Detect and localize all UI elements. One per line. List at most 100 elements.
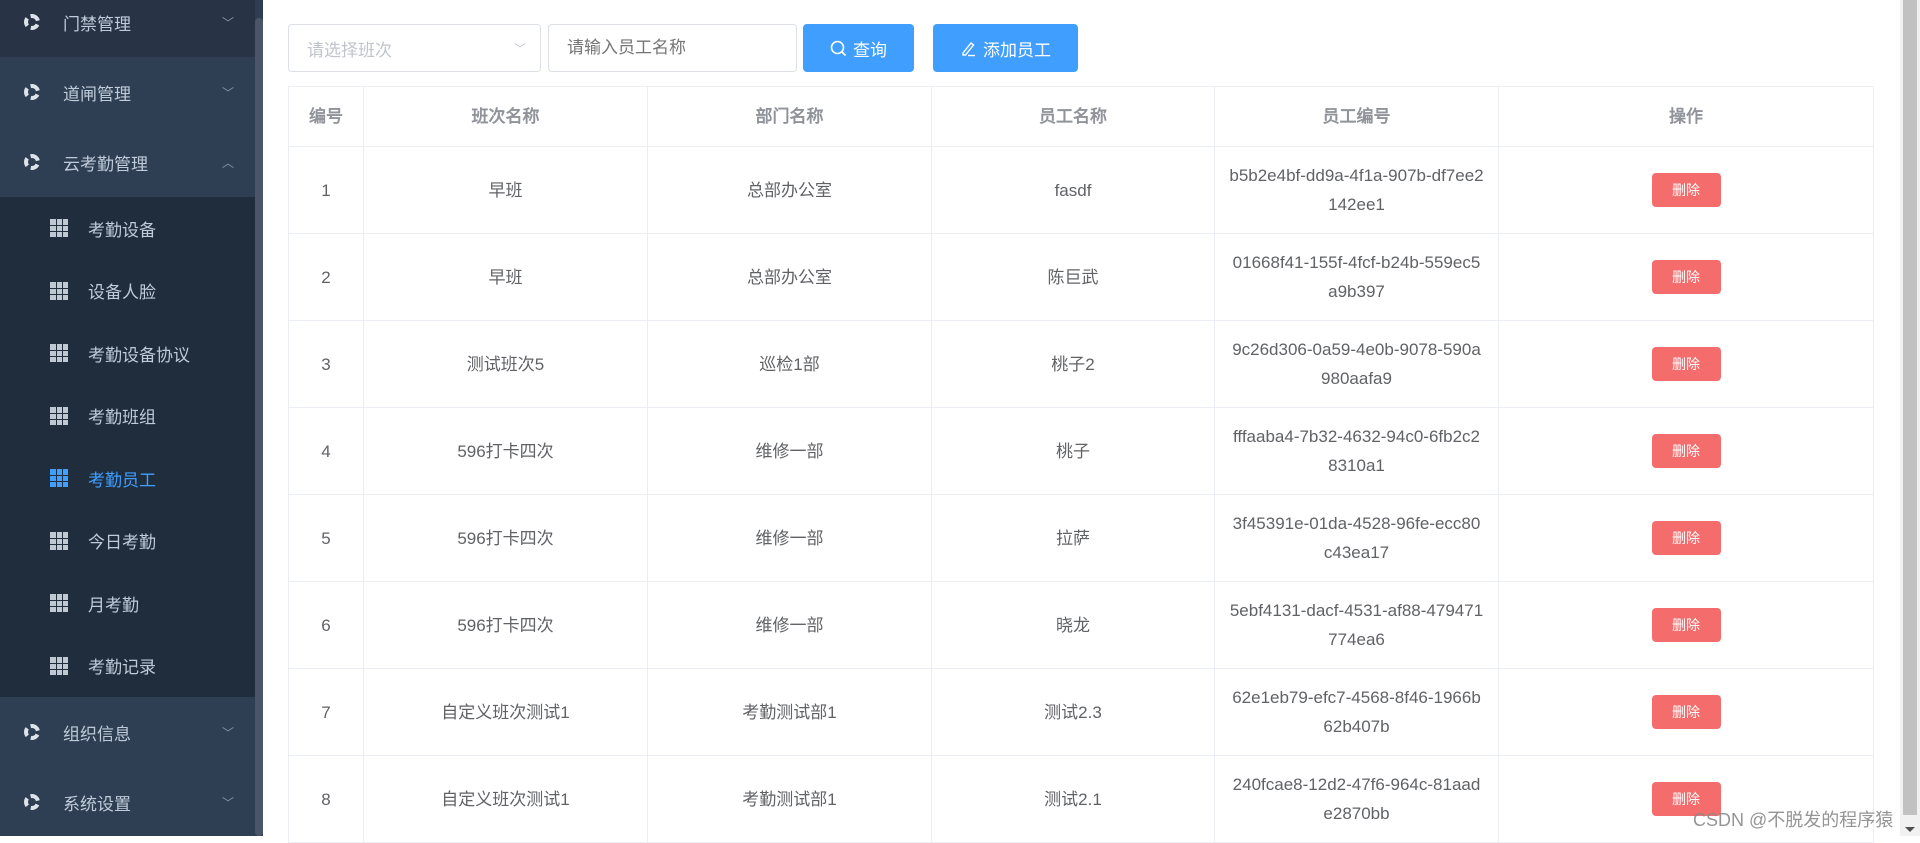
- sidebar-menu-4[interactable]: 系统设置 ﹀: [0, 767, 255, 836]
- chevron-up-icon: ︿: [222, 155, 235, 170]
- table-cell: 3: [288, 320, 364, 408]
- scrollbar-thumb[interactable]: [1903, 0, 1917, 815]
- column-header: 部门名称: [647, 86, 932, 147]
- delete-button[interactable]: 删除: [1651, 434, 1721, 468]
- chevron-down-icon: ﹀: [222, 15, 235, 30]
- delete-button[interactable]: 删除: [1651, 695, 1721, 729]
- sidebar-item-label: 考勤班组: [88, 408, 156, 428]
- table-cell: fffaaba4-7b32-4632-94c0-6fb2c28310a1: [1214, 407, 1499, 495]
- sidebar-item-3[interactable]: 考勤班组: [0, 385, 255, 448]
- action-cell: 删除: [1498, 320, 1874, 408]
- watermark: CSDN @不脱发的程序猿: [1693, 810, 1894, 830]
- table-cell: 维修一部: [647, 407, 932, 495]
- add-employee-label: 添加员工: [983, 40, 1051, 60]
- table-icon: [50, 656, 68, 675]
- table-cell: 6: [288, 581, 364, 669]
- sidebar-scrollbar[interactable]: [255, 18, 263, 836]
- menu-icon: [24, 14, 40, 30]
- table-icon: [50, 531, 68, 550]
- sidebar-menu-3[interactable]: 组织信息 ﹀: [0, 697, 255, 767]
- sidebar-menu-2[interactable]: 云考勤管理 ︿: [0, 127, 255, 197]
- action-cell: 删除: [1498, 146, 1874, 234]
- sidebar-item-label: 月考勤: [88, 595, 139, 615]
- chevron-down-icon: ﹀: [513, 41, 526, 56]
- table-row: 3 测试班次5 巡检1部 桃子2 9c26d306-0a59-4e0b-9078-590…: [288, 320, 1874, 408]
- table-cell: 1: [288, 146, 364, 234]
- table-cell: 62e1eb79-efc7-4568-8f46-1966b62b407b: [1214, 668, 1499, 756]
- delete-button[interactable]: 删除: [1651, 347, 1721, 381]
- table-cell: 考勤测试部1: [647, 668, 932, 756]
- table-cell: 巡检1部: [647, 320, 932, 408]
- table-cell: 测试2.3: [931, 668, 1215, 756]
- chevron-down-icon: ﹀: [222, 85, 235, 100]
- menu-label: 云考勤管理: [63, 154, 148, 174]
- table-cell: 7: [288, 668, 364, 756]
- table-cell: 4: [288, 407, 364, 495]
- table-cell: 240fcae8-12d2-47f6-964c-81aade2870bb: [1214, 755, 1499, 843]
- table-cell: 桃子: [931, 407, 1215, 495]
- menu-icon: [24, 724, 40, 740]
- query-button[interactable]: 查询: [803, 24, 914, 72]
- delete-button[interactable]: 删除: [1651, 608, 1721, 642]
- table-cell: 自定义班次测试1: [363, 668, 648, 756]
- query-label: 查询: [853, 40, 887, 60]
- table-cell: 陈巨武: [931, 233, 1215, 321]
- table-cell: 596打卡四次: [363, 581, 648, 669]
- sidebar-item-label: 考勤设备协议: [88, 345, 190, 365]
- action-cell: 删除: [1498, 668, 1874, 756]
- sidebar-item-label: 考勤员工: [88, 470, 156, 490]
- action-cell: 删除: [1498, 494, 1874, 582]
- table-row: 5 596打卡四次 维修一部 拉萨 3f45391e-01da-4528-96fe-ec…: [288, 494, 1874, 582]
- table-cell: 维修一部: [647, 494, 932, 582]
- table-cell: 01668f41-155f-4fcf-b24b-559ec5a9b397: [1214, 233, 1499, 321]
- table-icon: [50, 344, 68, 363]
- menu-label: 门禁管理: [63, 14, 131, 34]
- page-scrollbar[interactable]: [1900, 0, 1920, 836]
- sidebar-menu-1[interactable]: 道闸管理 ﹀: [0, 57, 255, 127]
- sidebar-item-label: 今日考勤: [88, 533, 156, 553]
- table-cell: 早班: [363, 233, 648, 321]
- table-cell: 总部办公室: [647, 146, 932, 234]
- add-employee-button[interactable]: 添加员工: [933, 24, 1078, 72]
- column-header: 操作: [1498, 86, 1874, 147]
- table-row: 7 自定义班次测试1 考勤测试部1 测试2.3 62e1eb79-efc7-4568-8…: [288, 668, 1874, 756]
- sidebar-item-label: 考勤记录: [88, 658, 156, 678]
- sidebar: 门禁管理 ﹀ 道闸管理 ﹀ 云考勤管理 ︿ 组织信息 ﹀ 系统设置 ﹀ 考勤设备 设备人脸 考勤设备协…: [0, 0, 263, 836]
- menu-label: 组织信息: [63, 724, 131, 744]
- search-icon: [830, 40, 847, 56]
- sidebar-item-2[interactable]: 考勤设备协议: [0, 322, 255, 385]
- sidebar-item-0[interactable]: 考勤设备: [0, 197, 255, 260]
- table-cell: 测试2.1: [931, 755, 1215, 843]
- menu-icon: [24, 794, 40, 810]
- column-header: 编号: [288, 86, 364, 147]
- table-row: 2 早班 总部办公室 陈巨武 01668f41-155f-4fcf-b24b-559ec…: [288, 233, 1874, 321]
- sidebar-item-7[interactable]: 考勤记录: [0, 635, 255, 698]
- sidebar-item-4[interactable]: 考勤员工: [0, 447, 255, 510]
- table-cell: 晓龙: [931, 581, 1215, 669]
- employee-name-input[interactable]: [548, 24, 797, 72]
- sidebar-menu-0[interactable]: 门禁管理 ﹀: [0, 0, 255, 57]
- delete-button[interactable]: 删除: [1651, 521, 1721, 555]
- table-icon: [50, 219, 68, 238]
- menu-icon: [24, 154, 40, 170]
- employee-table: 编号 班次名称 部门名称 员工名称 员工编号 操作 1 早班 总部办公室 fasdf b5b2e4…: [288, 86, 1874, 843]
- table-icon: [50, 594, 68, 613]
- table-row: 4 596打卡四次 维修一部 桃子 fffaaba4-7b32-4632-94c0-6f…: [288, 407, 1874, 495]
- scroll-down-arrow-icon[interactable]: [1905, 827, 1915, 832]
- table-icon: [50, 281, 68, 300]
- action-cell: 删除: [1498, 233, 1874, 321]
- delete-button[interactable]: 删除: [1651, 260, 1721, 294]
- column-header: 员工名称: [931, 86, 1215, 147]
- delete-button[interactable]: 删除: [1651, 173, 1721, 207]
- table-cell: b5b2e4bf-dd9a-4f1a-907b-df7ee2142ee1: [1214, 146, 1499, 234]
- sidebar-item-5[interactable]: 今日考勤: [0, 510, 255, 573]
- sidebar-item-6[interactable]: 月考勤: [0, 572, 255, 635]
- action-cell: 删除: [1498, 581, 1874, 669]
- shift-select[interactable]: 请选择班次 ﹀: [288, 24, 541, 72]
- sidebar-item-1[interactable]: 设备人脸: [0, 260, 255, 323]
- table-cell: 维修一部: [647, 581, 932, 669]
- table-cell: 2: [288, 233, 364, 321]
- shift-select-placeholder: 请选择班次: [307, 40, 392, 60]
- table-cell: 早班: [363, 146, 648, 234]
- table-cell: 总部办公室: [647, 233, 932, 321]
